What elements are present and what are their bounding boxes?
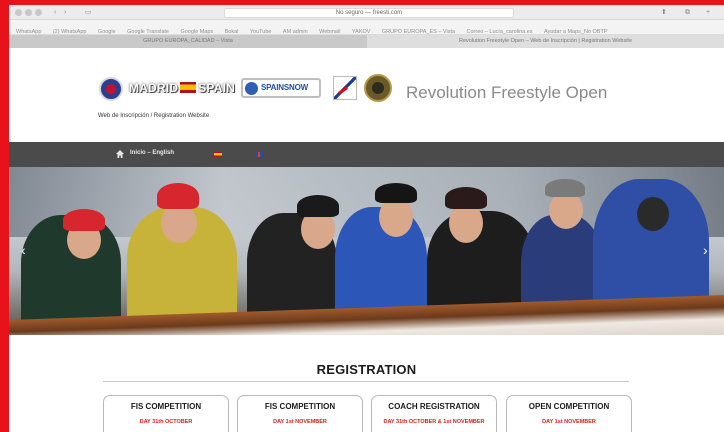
bookmark-item[interactable]: AM admin — [283, 25, 308, 34]
card-title: OPEN COMPETITION — [528, 402, 610, 411]
card-title: COACH REGISTRATION — [388, 402, 480, 411]
snow-globe-icon — [245, 82, 258, 95]
hero-face — [449, 203, 483, 243]
bookmark-item[interactable]: Google Translate — [127, 25, 169, 34]
minimize-window-icon[interactable] — [25, 9, 32, 16]
home-icon[interactable] — [115, 149, 125, 159]
card-date: DAY 1st NOVEMBER — [542, 419, 596, 425]
tab-revolution-freestyle[interactable]: Revolution Freestyle Open – Web de Inscr… — [367, 35, 724, 48]
spainsnow-logo-text: SPAINSNOW — [261, 83, 308, 92]
nav-home-link[interactable]: Inicio – English — [130, 150, 174, 156]
registration-card-fis-1-november[interactable]: FIS COMPETITION DAY 1st NOVEMBER — [237, 395, 363, 432]
close-window-icon[interactable] — [15, 9, 22, 16]
tab-bar: GRUPO EUROPA_CALIDAD – Vista Revolution … — [9, 35, 724, 48]
madrid-logo-text: MADRID — [129, 81, 179, 95]
registration-divider — [103, 381, 629, 382]
bookmarks-bar: WhatsApp (2) WhatsApp Google Google Tran… — [9, 20, 724, 35]
card-date: DAY 31th OCTOBER — [139, 419, 193, 425]
bookmark-item[interactable]: Correo – Lucía_carolina.es — [467, 25, 533, 34]
madrid-spain-logo[interactable]: MADRID SPAIN — [99, 77, 235, 101]
card-date: DAY 31th OCTOBER & 1st NOVEMBER — [383, 419, 485, 425]
card-title: FIS COMPETITION — [130, 402, 202, 411]
hero-hat — [375, 183, 417, 203]
tabs-icon[interactable]: ⧉ — [685, 8, 690, 17]
hero-hat — [297, 195, 339, 217]
share-icon[interactable]: ⬆ — [661, 8, 667, 17]
spainsnow-logo[interactable]: SPAINSNOW — [241, 78, 321, 98]
hero-face — [637, 197, 669, 231]
bookmark-item[interactable]: Google Maps — [180, 25, 213, 34]
registration-card-coach[interactable]: COACH REGISTRATION DAY 31th OCTOBER & 1s… — [371, 395, 497, 432]
tab-grupo-europa[interactable]: GRUPO EUROPA_CALIDAD – Vista — [9, 35, 367, 48]
bookmark-item[interactable]: WhatsApp — [16, 25, 41, 34]
zoom-window-icon[interactable] — [35, 9, 42, 16]
bookmark-item[interactable]: Ayudar a Maps_No OBTP — [544, 25, 607, 34]
site-subtitle: Web de Inscripción / Registration Websit… — [98, 113, 210, 119]
bookmark-item[interactable]: YouTube — [250, 25, 272, 34]
registration-card-fis-31-october[interactable]: FIS COMPETITION DAY 31th OCTOBER — [103, 395, 229, 432]
hero-face — [379, 197, 413, 237]
spain-logo-text: SPAIN — [198, 81, 235, 95]
card-title: FIS COMPETITION — [264, 402, 336, 411]
registration-title: REGISTRATION — [316, 362, 417, 377]
card-date: DAY 1st NOVEMBER — [273, 419, 327, 425]
forward-icon[interactable]: › — [64, 8, 66, 17]
chevron-left-icon[interactable]: ‹ — [21, 243, 26, 257]
hero-hat — [445, 187, 487, 209]
bookmark-item[interactable]: YAKOV — [352, 25, 371, 34]
hero-hat — [63, 209, 105, 231]
bookmark-item[interactable]: Bokal — [225, 25, 239, 34]
hero-face — [161, 203, 197, 243]
web-page: MADRID SPAIN SPAINSNOW Revolution Freesty… — [9, 48, 724, 432]
federation-seal-logo[interactable] — [364, 74, 392, 102]
hero-slider[interactable]: ‹ › — [9, 167, 724, 335]
back-icon[interactable]: ‹ — [54, 8, 56, 17]
browser-titlebar: ‹ › ▭ No seguro — freesti.com ⬆ ⧉ + — [9, 5, 724, 20]
sidebar-icon[interactable]: ▭ — [85, 8, 92, 17]
fis-logo[interactable] — [333, 76, 357, 100]
bookmark-item[interactable]: GRUPO EUROPA_ES – Vista — [382, 25, 455, 34]
browser-window: ‹ › ▭ No seguro — freesti.com ⬆ ⧉ + What… — [9, 5, 724, 432]
spanish-flag-icon[interactable] — [214, 152, 222, 157]
main-navbar: Inicio – English — [9, 142, 724, 167]
madrid-roundel-icon — [99, 77, 123, 101]
spain-flag-icon — [180, 82, 197, 93]
new-tab-icon[interactable]: + — [706, 8, 710, 17]
chevron-right-icon[interactable]: › — [703, 243, 708, 257]
address-bar[interactable]: No seguro — freesti.com — [224, 8, 514, 18]
bookmark-item[interactable]: Google — [98, 25, 116, 34]
hero-hat — [157, 183, 199, 209]
site-title: Revolution Freestyle Open — [406, 83, 608, 102]
registration-card-open[interactable]: OPEN COMPETITION DAY 1st NOVEMBER — [506, 395, 632, 432]
bookmark-item[interactable]: (2) WhatsApp — [53, 25, 87, 34]
english-flag-icon[interactable] — [255, 152, 263, 157]
hero-hat — [545, 179, 585, 197]
bookmark-item[interactable]: Webmail — [319, 25, 340, 34]
